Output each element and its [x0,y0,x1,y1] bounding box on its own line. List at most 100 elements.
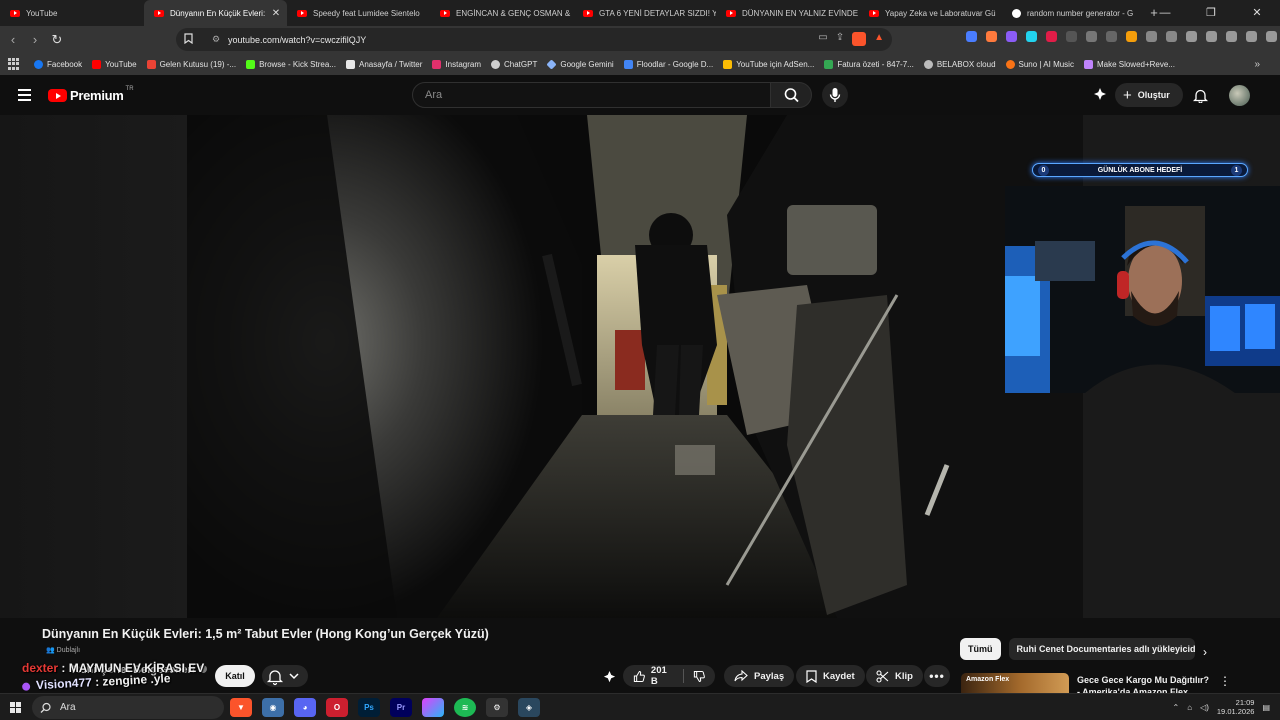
reload-icon[interactable]: ↻ [46,32,68,48]
extension-icon[interactable] [966,31,977,42]
url-text[interactable]: youtube.com/watch?v=cwczifilQJY [228,35,366,45]
bookmark-item[interactable]: Gelen Kutusu (19) -... [146,59,236,69]
recommendation-thumbnail[interactable]: Amazon Flex [961,673,1069,693]
browser-tab[interactable]: DÜNYANIN EN YALNIZ EVİNDE [716,0,859,26]
steam-active-icon[interactable]: ◈ [518,698,540,717]
forward-icon[interactable]: › [24,32,46,47]
close-tab-icon[interactable]: ✕ [269,8,283,19]
bookmark-item[interactable]: Make Slowed+Reve... [1083,59,1175,69]
sparkle-icon[interactable] [1092,87,1108,103]
bookmark-item[interactable]: YouTube [92,59,137,69]
video-frame[interactable] [187,115,1083,618]
leo-ai-icon[interactable] [1246,31,1257,42]
extension-icon[interactable] [1146,31,1157,42]
avatar[interactable] [1229,85,1250,106]
chevron-right-icon[interactable]: › [1203,645,1207,659]
back-icon[interactable]: ‹ [2,32,24,47]
bookmark-item[interactable]: Google Gemini [546,58,614,70]
premiere-icon[interactable]: Pr [390,698,412,717]
bookmark-item[interactable]: Instagram [432,59,481,69]
extension-icon[interactable] [1006,31,1017,42]
gallery-icon[interactable] [422,698,444,717]
browser-tab[interactable]: GTA 6 YENİ DETAYLAR SIZDI! Y [573,0,716,26]
clock[interactable]: 21:09 19.01.2026 [1217,698,1255,716]
photoshop-icon[interactable]: Ps [358,698,380,717]
vpn-icon[interactable] [1266,31,1277,42]
bookmark-item[interactable]: YouTube için AdSen... [723,59,814,69]
bookmark-label: Make Slowed+Reve... [1096,59,1175,69]
obs-icon[interactable]: ◉ [262,698,284,717]
bookmark-item[interactable]: Floodlar - Google D... [623,59,713,69]
more-actions-button[interactable]: ••• [924,665,950,687]
notifications-center-icon[interactable]: ▤ [1262,703,1270,712]
rewards-icon[interactable]: ▲ [874,32,884,46]
share-button[interactable]: Paylaş [724,665,795,687]
clip-button[interactable]: Klip [866,665,923,687]
bookmark-item[interactable]: Browse - Kick Strea... [246,59,336,69]
spotify-icon[interactable]: ≋ [454,698,476,717]
chip-uploader[interactable]: Ruhi Cenet Documentaries adlı yükleyicid… [1008,638,1195,660]
like-count[interactable]: 201 B [651,665,674,687]
like-dislike-group: 201 B [623,665,715,687]
extension-icon[interactable] [1166,31,1177,42]
chip-all[interactable]: Tümü [960,638,1001,660]
wallet-icon[interactable] [1226,31,1237,42]
browser-tab-active[interactable]: Dünyanın En Küçük Evleri: ✕ [144,0,287,26]
close-window-icon[interactable]: ✕ [1234,0,1280,26]
bookmark-item[interactable]: ChatGPT [491,59,537,69]
music-icon[interactable] [1186,31,1197,42]
brave-shield-icon[interactable] [852,32,867,46]
more-bookmarks-icon[interactable]: » [1254,59,1260,70]
taskbar-search[interactable]: Ara [32,696,224,719]
bookmark-item[interactable]: Anasayfa / Twitter [345,59,422,69]
restore-icon[interactable]: ❐ [1188,0,1234,26]
create-button[interactable]: + Oluştur [1115,83,1183,107]
recommendation-title[interactable]: Gece Gece Kargo Mu Dağıtılır? - Amerika'… [1077,674,1212,693]
volume-icon[interactable]: ◁) [1200,703,1209,712]
puzzle-icon[interactable] [1086,31,1097,42]
apps-icon[interactable] [8,58,20,70]
extension-icon[interactable] [986,31,997,42]
browser-tab[interactable]: Speedy feat Lumidee Sientelo [287,0,430,26]
browser-tab[interactable]: Yapay Zeka ve Laboratuvar Gü [859,0,1002,26]
windows-start-icon[interactable] [10,702,21,713]
extension-icon[interactable] [1046,31,1057,42]
sidebar-icon[interactable] [1206,31,1217,42]
share-icon[interactable]: ⇪ [836,32,844,46]
save-button[interactable]: Kaydet [796,665,865,687]
extension-icon[interactable] [1066,31,1077,42]
extension-icon[interactable] [1106,31,1117,42]
dislike-icon[interactable] [693,670,706,683]
like-icon[interactable] [633,670,645,683]
youtube-logo[interactable]: Premium TR [48,86,134,103]
menu-icon[interactable] [18,89,31,104]
address-bar[interactable]: ⚙ youtube.com/watch?v=cwczifilQJY ▭ ⇪ ▲ [176,28,892,51]
brave-browser-icon[interactable]: ▼ [230,698,252,717]
bookmark-item[interactable]: Fatura özeti - 847-7... [824,59,914,69]
bookmark-item[interactable]: Facebook [34,59,82,69]
chevron-up-icon[interactable]: ⌃ [1173,703,1180,712]
search-input[interactable] [413,83,753,107]
discord-icon[interactable]: ◕ [294,698,316,717]
search-button[interactable] [770,82,812,108]
extension-icon[interactable] [1026,31,1037,42]
more-vertical-icon[interactable]: ⋮ [1219,674,1231,688]
voice-search-button[interactable] [822,82,848,108]
steam-icon[interactable]: ⚙ [486,698,508,717]
subscription-bell-button[interactable] [262,665,308,687]
extension-icon[interactable] [1126,31,1137,42]
network-icon[interactable]: ⌂ [1187,703,1192,712]
notifications-icon[interactable] [1193,88,1208,103]
pip-icon[interactable]: ▭ [818,32,827,46]
bookmark-item[interactable]: Suno | AI Music [1005,59,1074,69]
site-settings-icon[interactable]: ⚙ [206,34,226,45]
ask-ai-icon[interactable] [602,670,617,685]
bookmark-item[interactable]: BELABOX cloud [923,59,996,69]
minimize-icon[interactable]: — [1142,0,1188,26]
browser-tab[interactable]: YouTube [0,0,144,26]
browser-tab[interactable]: ENGİNCAN & GENÇ OSMAN & [430,0,573,26]
browser-tab[interactable]: random number generator - G [1002,0,1145,26]
join-button[interactable]: Katıl [215,665,255,687]
bookmark-icon[interactable] [178,32,198,47]
opera-icon[interactable]: O [326,698,348,717]
